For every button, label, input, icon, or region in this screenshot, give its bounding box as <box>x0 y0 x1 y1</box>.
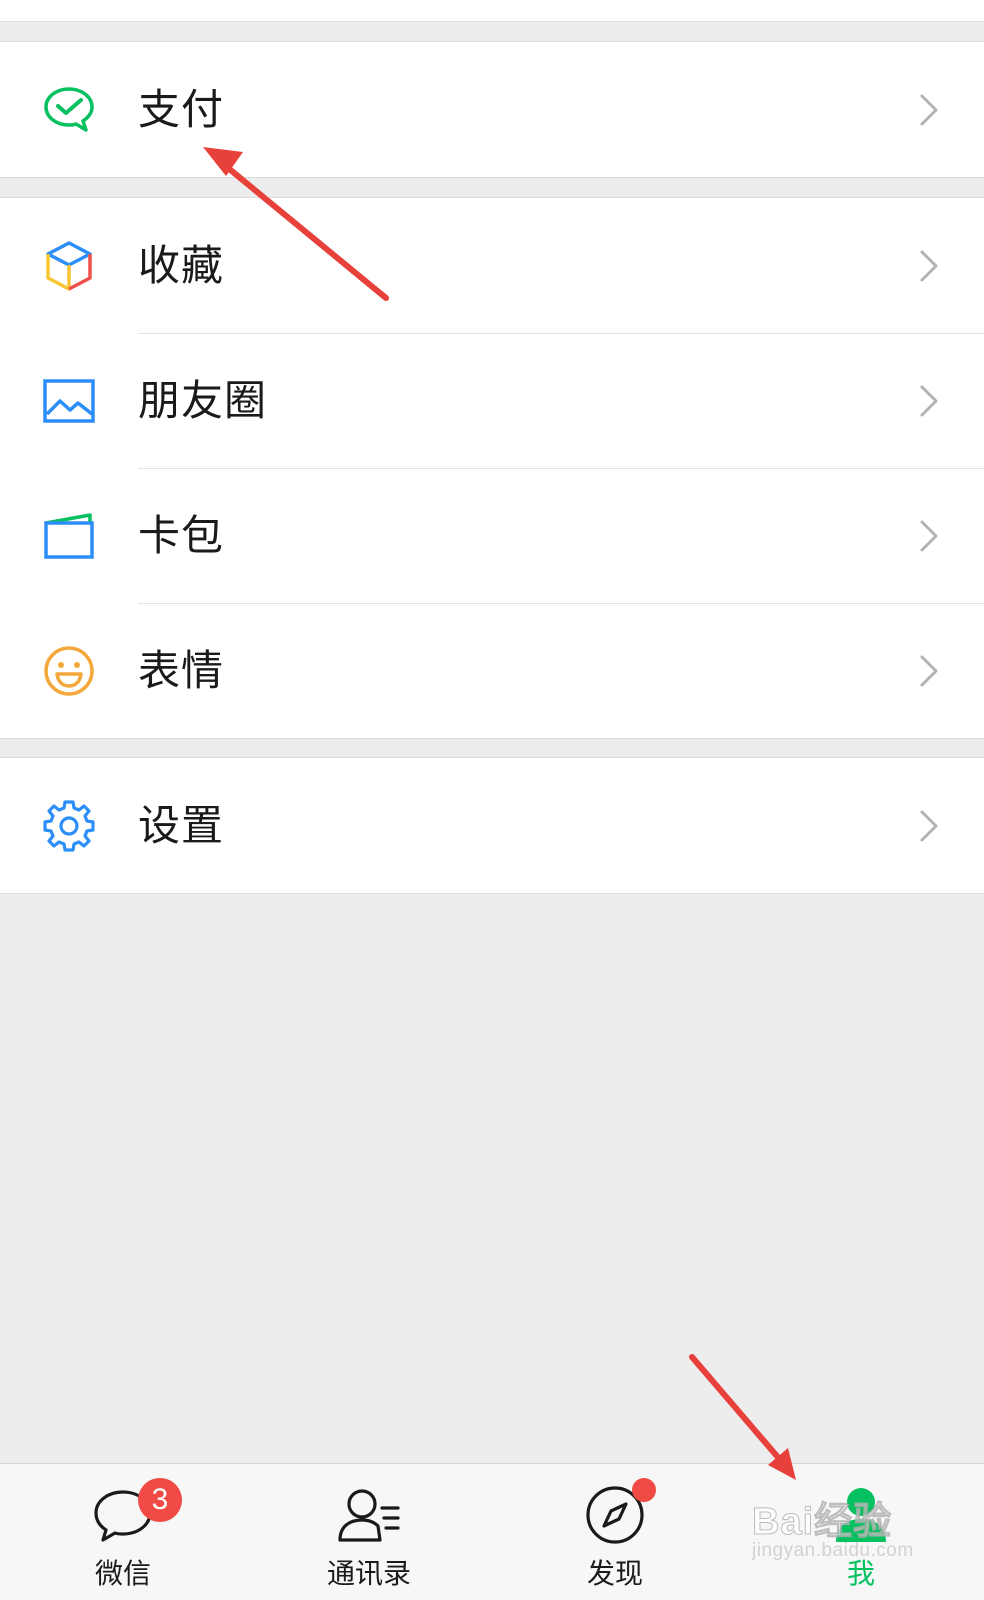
me-page: 支付 收藏 朋友圈 卡包 表情 设置 3 微信 通讯录 发现 我 Bai经验 j… <box>0 0 984 1600</box>
menu-group-settings: 设置 <box>0 757 984 894</box>
chevron-right-icon <box>920 520 938 552</box>
unread-badge: 3 <box>138 1478 182 1522</box>
moments-picture-icon <box>43 379 95 423</box>
menu-item-settings-label: 设置 <box>138 801 225 850</box>
tab-contacts-label: 通讯录 <box>326 1557 411 1590</box>
menu-item-cards-label: 卡包 <box>138 511 225 560</box>
contacts-icon <box>338 1489 400 1542</box>
tab-me[interactable]: 我 <box>738 1464 984 1600</box>
menu-item-moments[interactable]: 朋友圈 <box>0 333 984 468</box>
chevron-right-icon <box>920 810 938 842</box>
menu-group-pay: 支付 <box>0 41 984 178</box>
pay-icon <box>44 87 94 132</box>
menu-item-settings[interactable]: 设置 <box>0 758 984 893</box>
tab-chats[interactable]: 3 微信 <box>0 1464 246 1600</box>
chevron-right-icon <box>920 250 938 282</box>
menu-item-pay-label: 支付 <box>138 85 225 134</box>
tab-contacts[interactable]: 通讯录 <box>246 1464 492 1600</box>
chevron-right-icon <box>920 385 938 417</box>
gear-icon <box>43 800 95 852</box>
menu-item-moments-label: 朋友圈 <box>138 376 268 425</box>
favorites-cube-icon <box>46 241 92 291</box>
menu-item-pay[interactable]: 支付 <box>0 42 984 177</box>
menu-item-stickers[interactable]: 表情 <box>0 603 984 738</box>
tab-chats-label: 微信 <box>94 1557 151 1590</box>
menu-item-stickers-label: 表情 <box>138 646 225 695</box>
tab-me-label: 我 <box>846 1557 875 1590</box>
card-wallet-icon <box>44 513 94 559</box>
sticker-smiley-icon <box>44 646 94 696</box>
tab-discover-label: 发现 <box>586 1557 643 1590</box>
tab-discover[interactable]: 发现 <box>492 1464 738 1600</box>
top-strip <box>0 0 984 22</box>
person-icon <box>836 1488 886 1542</box>
new-content-dot <box>632 1478 656 1502</box>
menu-item-cards[interactable]: 卡包 <box>0 468 984 603</box>
chevron-right-icon <box>920 655 938 687</box>
chevron-right-icon <box>920 94 938 126</box>
menu-item-favorites[interactable]: 收藏 <box>0 198 984 333</box>
menu-item-favorites-label: 收藏 <box>138 241 225 290</box>
menu-group-main: 收藏 朋友圈 卡包 表情 <box>0 197 984 739</box>
bottom-tab-bar: 3 微信 通讯录 发现 我 <box>0 1463 984 1600</box>
annotation-arrow-me <box>689 1354 796 1480</box>
